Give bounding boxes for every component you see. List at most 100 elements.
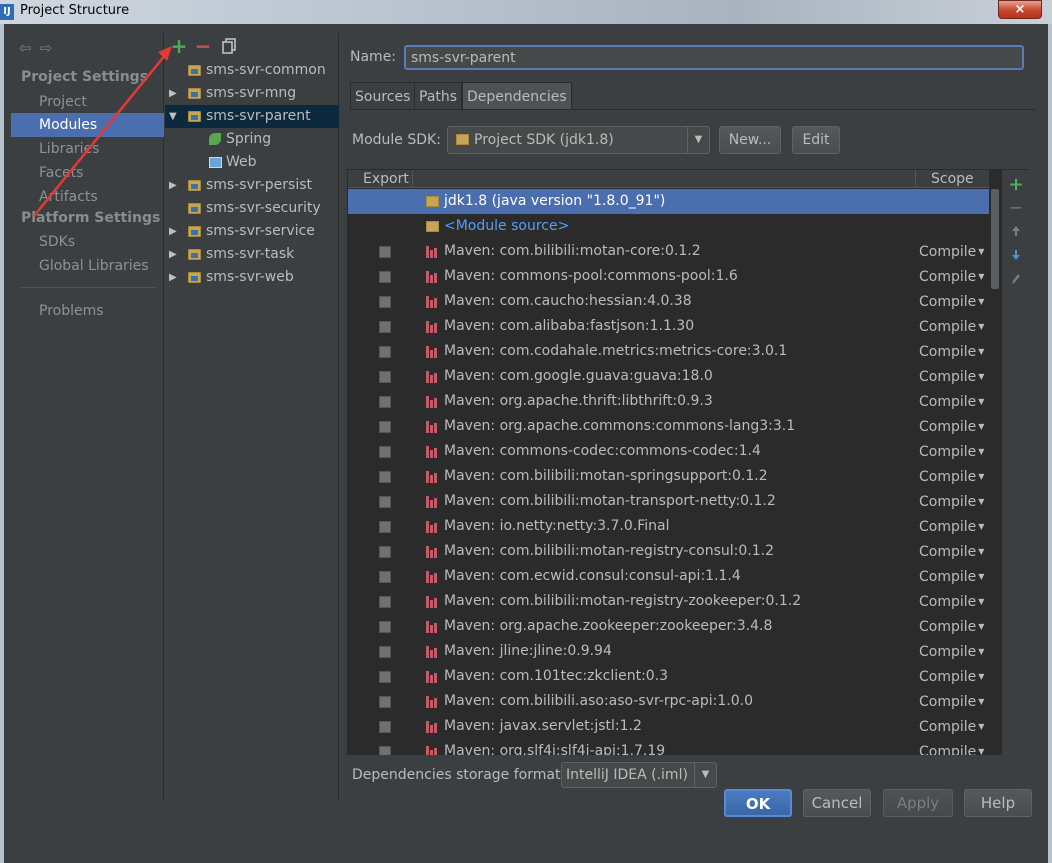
dependency-row[interactable]: Maven: com.ecwid.consul:consul-api:1.1.4…	[348, 564, 989, 589]
dependency-row[interactable]: Maven: org.apache.zookeeper:zookeeper:3.…	[348, 614, 989, 639]
tab-dependencies[interactable]: Dependencies	[462, 82, 572, 110]
export-checkbox[interactable]	[379, 621, 391, 633]
dropdown-arrow-icon[interactable]: ▼	[978, 272, 984, 281]
scope-select[interactable]: Compile ▼	[919, 339, 984, 365]
export-checkbox[interactable]	[379, 371, 391, 383]
storage-format-select[interactable]: IntelliJ IDEA (.iml) ▼	[561, 762, 717, 788]
nav-item-facets[interactable]: Facets	[11, 161, 164, 185]
dropdown-arrow-icon[interactable]: ▼	[978, 472, 984, 481]
export-checkbox[interactable]	[379, 721, 391, 733]
tree-item-sms-svr-service[interactable]: ▶ sms-svr-service	[165, 220, 339, 243]
scope-select[interactable]: Compile ▼	[919, 539, 984, 565]
dependency-row[interactable]: Maven: com.alibaba:fastjson:1.1.30 Compil…	[348, 314, 989, 339]
dropdown-arrow-icon[interactable]: ▼	[694, 763, 716, 787]
nav-item-global-libraries[interactable]: Global Libraries	[11, 254, 164, 278]
scope-select[interactable]: Compile ▼	[919, 664, 984, 690]
export-checkbox[interactable]	[379, 646, 391, 658]
scope-select[interactable]: Compile ▼	[919, 439, 984, 465]
dropdown-arrow-icon[interactable]: ▼	[978, 647, 984, 656]
dependency-row[interactable]: Maven: org.apache.thrift:libthrift:0.9.3…	[348, 389, 989, 414]
dropdown-arrow-icon[interactable]: ▼	[978, 722, 984, 731]
dependency-row[interactable]: Maven: com.bilibili:motan-transport-nett…	[348, 489, 989, 514]
scope-select[interactable]: Compile ▼	[919, 389, 984, 415]
tree-item-sms-svr-mng[interactable]: ▶ sms-svr-mng	[165, 82, 339, 105]
back-arrow-icon[interactable]: ⇦	[19, 39, 40, 57]
apply-button[interactable]: Apply	[883, 789, 953, 817]
export-checkbox[interactable]	[379, 396, 391, 408]
forward-arrow-icon[interactable]: ⇨	[40, 39, 61, 57]
scope-select[interactable]: Compile ▼	[919, 739, 984, 755]
dependency-row[interactable]: Maven: com.bilibili:motan-core:0.1.2 Comp…	[348, 239, 989, 264]
window-close-button[interactable]: ×	[998, 0, 1042, 19]
new-sdk-button[interactable]: New...	[719, 126, 781, 154]
expand-arrow-icon[interactable]: ▶	[169, 174, 181, 197]
export-checkbox[interactable]	[379, 746, 391, 755]
export-column-header[interactable]: Export	[363, 170, 409, 188]
dependency-row[interactable]: Maven: org.apache.commons:commons-lang3:…	[348, 414, 989, 439]
dropdown-arrow-icon[interactable]: ▼	[978, 447, 984, 456]
nav-item-libraries[interactable]: Libraries	[11, 137, 164, 161]
dependency-row[interactable]: jdk1.8 (java version "1.8.0_91")	[348, 189, 989, 214]
dropdown-arrow-icon[interactable]: ▼	[978, 697, 984, 706]
tab-paths[interactable]: Paths	[414, 82, 463, 110]
dropdown-arrow-icon[interactable]: ▼	[978, 672, 984, 681]
dependency-row[interactable]: Maven: com.bilibili:motan-springsupport:…	[348, 464, 989, 489]
dependency-row[interactable]: Maven: com.caucho:hessian:4.0.38 Compile ▼	[348, 289, 989, 314]
tree-item-spring-facet[interactable]: Spring	[165, 128, 339, 151]
expand-arrow-icon[interactable]: ▶	[169, 220, 181, 243]
expand-arrow-icon[interactable]: ▶	[169, 266, 181, 289]
dropdown-arrow-icon[interactable]: ▼	[978, 397, 984, 406]
export-checkbox[interactable]	[379, 346, 391, 358]
tree-item-sms-svr-persist[interactable]: ▶ sms-svr-persist	[165, 174, 339, 197]
dropdown-arrow-icon[interactable]: ▼	[978, 572, 984, 581]
tree-item-sms-svr-parent[interactable]: ▼ sms-svr-parent	[165, 105, 339, 128]
dependency-row[interactable]: Maven: com.google.guava:guava:18.0 Compil…	[348, 364, 989, 389]
dropdown-arrow-icon[interactable]: ▼	[978, 747, 984, 755]
scope-select[interactable]: Compile ▼	[919, 714, 984, 740]
edit-sdk-button[interactable]: Edit	[792, 126, 840, 154]
dependency-row[interactable]: Maven: com.101tec:zkclient:0.3 Compile ▼	[348, 664, 989, 689]
help-button[interactable]: Help	[964, 789, 1032, 817]
dropdown-arrow-icon[interactable]: ▼	[978, 497, 984, 506]
nav-item-problems[interactable]: Problems	[11, 299, 164, 323]
scope-select[interactable]: Compile ▼	[919, 414, 984, 440]
cancel-button[interactable]: Cancel	[803, 789, 871, 817]
dependency-row[interactable]: Maven: javax.servlet:jstl:1.2 Compile ▼	[348, 714, 989, 739]
scope-select[interactable]: Compile ▼	[919, 639, 984, 665]
tree-item-sms-svr-security[interactable]: sms-svr-security	[165, 197, 339, 220]
dependency-row[interactable]: Maven: org.slf4j:slf4j-api:1.7.19 Compile…	[348, 739, 989, 755]
scope-select[interactable]: Compile ▼	[919, 564, 984, 590]
export-checkbox[interactable]	[379, 421, 391, 433]
scope-select[interactable]: Compile ▼	[919, 689, 984, 715]
export-checkbox[interactable]	[379, 596, 391, 608]
export-checkbox[interactable]	[379, 671, 391, 683]
copy-module-button[interactable]	[219, 35, 239, 57]
expand-arrow-icon[interactable]: ▶	[169, 82, 181, 105]
export-checkbox[interactable]	[379, 296, 391, 308]
module-sdk-select[interactable]: Project SDK (jdk1.8) ▼	[447, 126, 710, 154]
dependency-row[interactable]: <Module source>	[348, 214, 989, 239]
dependency-row[interactable]: Maven: io.netty:netty:3.7.0.Final Compile…	[348, 514, 989, 539]
scope-select[interactable]: Compile ▼	[919, 614, 984, 640]
dropdown-arrow-icon[interactable]: ▼	[978, 622, 984, 631]
tab-sources[interactable]: Sources	[350, 82, 416, 110]
add-dependency-button[interactable]: +	[1007, 174, 1025, 195]
dependency-row[interactable]: Maven: com.bilibili:motan-registry-consu…	[348, 539, 989, 564]
scope-select[interactable]: Compile ▼	[919, 464, 984, 490]
move-up-button[interactable]	[1007, 222, 1025, 241]
remove-dependency-button[interactable]: −	[1007, 198, 1025, 217]
export-checkbox[interactable]	[379, 546, 391, 558]
dropdown-arrow-icon[interactable]: ▼	[978, 547, 984, 556]
nav-item-artifacts[interactable]: Artifacts	[11, 185, 164, 209]
scope-select[interactable]: Compile ▼	[919, 264, 984, 290]
dropdown-arrow-icon[interactable]: ▼	[687, 127, 709, 153]
nav-item-modules[interactable]: Modules	[11, 113, 164, 137]
export-checkbox[interactable]	[379, 446, 391, 458]
remove-module-button[interactable]: −	[193, 35, 213, 57]
dependency-row[interactable]: Maven: commons-codec:commons-codec:1.4 Co…	[348, 439, 989, 464]
module-name-input[interactable]	[404, 45, 1024, 70]
dependencies-scrollbar[interactable]	[991, 189, 999, 289]
export-checkbox[interactable]	[379, 271, 391, 283]
dropdown-arrow-icon[interactable]: ▼	[978, 297, 984, 306]
dependency-row[interactable]: Maven: jline:jline:0.9.94 Compile ▼	[348, 639, 989, 664]
